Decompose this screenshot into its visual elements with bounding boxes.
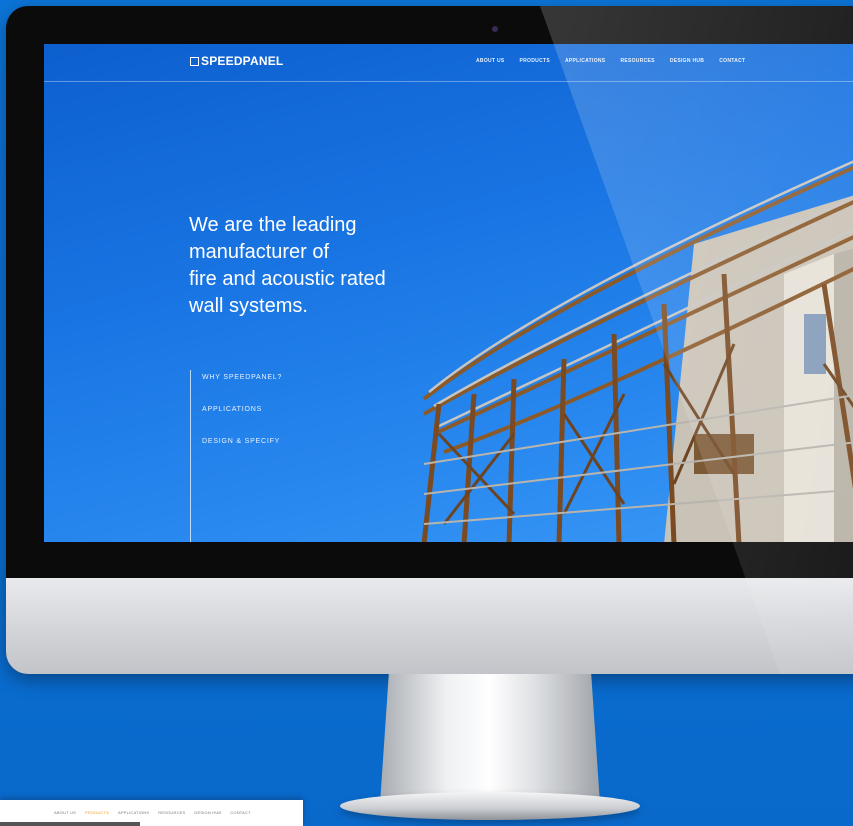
link-design-specify[interactable]: DESIGN & SPECIFY xyxy=(202,438,282,445)
mini-nav-item[interactable]: APPLICATIONS xyxy=(118,810,149,815)
mini-nav-item[interactable]: RESOURCES xyxy=(158,810,185,815)
nav-about-us[interactable]: ABOUT US xyxy=(476,58,505,64)
secondary-device-edge xyxy=(0,822,140,826)
nav-contact[interactable]: CONTACT xyxy=(719,58,745,64)
side-divider xyxy=(190,370,191,542)
nav-design-hub[interactable]: DESIGN HUB xyxy=(670,58,704,64)
monitor: SPEEDPANEL ABOUT US PRODUCTS APPLICATION… xyxy=(6,6,853,674)
main-nav: ABOUT US PRODUCTS APPLICATIONS RESOURCES… xyxy=(476,58,745,64)
camera-dot xyxy=(492,26,498,32)
mini-nav-item[interactable]: ABOUT US xyxy=(54,810,76,815)
link-why-speedpanel[interactable]: WHY SPEEDPANEL? xyxy=(202,374,282,381)
side-links: WHY SPEEDPANEL? APPLICATIONS DESIGN & SP… xyxy=(202,374,282,470)
logo-text: SPEEDPANEL xyxy=(201,54,284,68)
mockup-stage: SPEEDPANEL ABOUT US PRODUCTS APPLICATION… xyxy=(0,0,853,826)
mini-nav-item-active[interactable]: PRODUCTS xyxy=(85,810,109,815)
site-header: SPEEDPANEL ABOUT US PRODUCTS APPLICATION… xyxy=(44,44,853,82)
nav-applications[interactable]: APPLICATIONS xyxy=(565,58,605,64)
website-screen: SPEEDPANEL ABOUT US PRODUCTS APPLICATION… xyxy=(44,44,853,542)
monitor-stand xyxy=(380,674,600,804)
link-applications[interactable]: APPLICATIONS xyxy=(202,406,282,413)
mini-nav-item[interactable]: CONTACT xyxy=(230,810,250,815)
site-logo[interactable]: SPEEDPANEL xyxy=(190,54,283,68)
monitor-stand-base xyxy=(340,792,640,820)
building-steel-frame-image xyxy=(421,160,853,542)
nav-products[interactable]: PRODUCTS xyxy=(520,58,550,64)
nav-resources[interactable]: RESOURCES xyxy=(620,58,654,64)
mini-nav: ABOUT US PRODUCTS APPLICATIONS RESOURCES… xyxy=(54,810,251,815)
mini-nav-item[interactable]: DESIGN HUB xyxy=(194,810,221,815)
monitor-chin xyxy=(6,578,853,674)
logo-mark-icon xyxy=(190,56,199,66)
